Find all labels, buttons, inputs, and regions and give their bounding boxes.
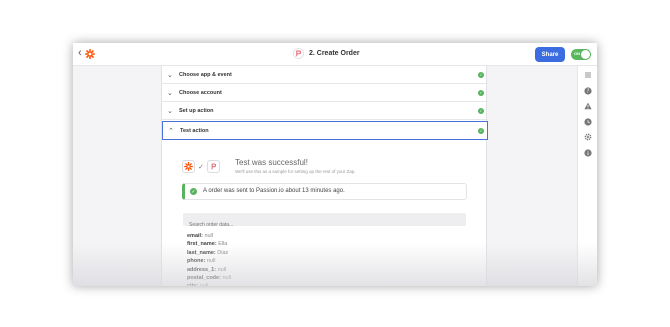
field-value: Diaz [217,249,229,256]
back-chevron-icon[interactable]: ‹ [78,47,82,59]
field-key: first_name: [187,241,217,248]
zap-step-title[interactable]: 2. Create Order [293,48,360,59]
field-key: postal_code: [187,274,221,281]
passion-app-icon [206,160,220,173]
field-row: email: null [187,232,231,240]
app-window: ‹ 2. Create Order Share ON ? ⌄ Choose ap… [73,43,597,286]
field-key: email: [187,233,203,239]
step-label: Test action [180,127,209,134]
field-value: null [217,266,227,273]
field-key: phone: [187,258,206,265]
toggle-knob [581,50,590,59]
page-title: 2. Create Order [309,50,360,57]
list-icon[interactable] [584,71,592,79]
zapier-logo-icon[interactable] [85,49,95,59]
chevron-down-icon: ⌄ [167,71,173,79]
alert-text: A order was sent to Passion.io about 13 … [203,188,345,194]
checkmark-icon: ✓ [198,163,204,171]
warning-icon[interactable] [584,102,592,110]
order-data-search[interactable] [183,213,466,232]
success-subtitle: We'll use this as a sample for setting u… [235,169,356,174]
field-row: address_1: null [187,266,231,274]
field-key: address_1: [187,266,217,273]
field-value: Ella [218,241,228,248]
step-choose-app-event[interactable]: ⌄ Choose app & event ✓ [162,66,488,84]
field-row: postal_code: null [187,274,231,282]
success-alert: ✓ A order was sent to Passion.io about 1… [182,183,467,200]
field-value: null [200,283,209,286]
chevron-down-icon: ⌄ [167,107,173,115]
field-row: phone: null [187,257,231,265]
field-value: null [204,233,213,239]
chevron-up-icon: ⌃ [168,127,174,135]
order-data-fields: email: null first_name: Ella last_name: … [187,232,231,286]
field-value: null [222,274,232,281]
top-bar: ‹ 2. Create Order Share ON [73,43,597,66]
check-circle-icon: ✓ [478,127,484,134]
right-sidebar: ? [577,66,597,286]
share-button[interactable]: Share [535,47,565,62]
field-key: city: [187,283,198,286]
settings-icon[interactable] [584,133,592,141]
search-input[interactable] [183,218,466,232]
check-circle-icon: ✓ [478,107,484,114]
clock-icon[interactable] [584,118,592,126]
field-row: first_name: Ella [187,240,231,248]
field-value: null [206,258,216,265]
step-set-up-action[interactable]: ⌄ Set up action ✓ [162,102,488,120]
check-circle-icon: ✓ [478,89,484,96]
field-row: city: null [187,282,231,286]
step-label: Choose app & event [179,71,232,78]
check-circle-icon: ✓ [190,188,197,195]
info-icon[interactable] [584,149,592,157]
editor-panel: ⌄ Choose app & event ✓ ⌄ Choose account … [161,66,488,286]
svg-text:?: ? [587,89,590,95]
step-label: Choose account [179,89,222,96]
passion-app-icon [293,48,304,59]
toggle-label: ON [574,51,580,56]
step-test-action[interactable]: ⌃ Test action ✓ [162,121,488,140]
check-circle-icon: ✓ [478,71,484,78]
step-label: Set up action [179,107,214,114]
step-choose-account[interactable]: ⌄ Choose account ✓ [162,84,488,102]
success-title: Test was successful! [235,158,308,167]
field-row: last_name: Diaz [187,249,231,257]
help-icon[interactable]: ? [584,87,592,95]
zap-on-toggle[interactable]: ON [571,49,591,60]
chevron-down-icon: ⌄ [167,89,173,97]
zapier-app-icon [182,160,195,173]
field-key: last_name: [187,249,216,256]
result-app-icons: ✓ [182,160,220,173]
